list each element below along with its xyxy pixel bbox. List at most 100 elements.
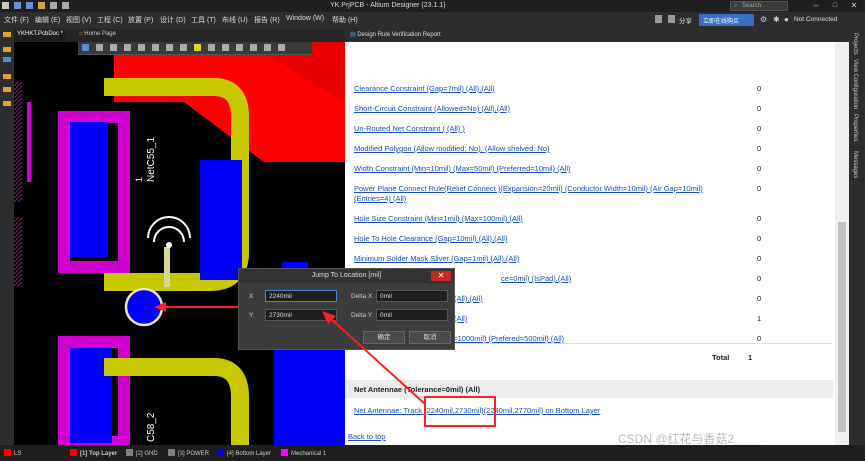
menu-view[interactable]: 视图 (V) <box>66 15 91 25</box>
tab-label: Home Page <box>84 31 116 37</box>
x-field[interactable] <box>265 290 337 302</box>
delta-x-field[interactable] <box>376 290 448 302</box>
menu-edit[interactable]: 编辑 (E) <box>35 15 60 25</box>
panel-tab-projects[interactable]: Projects <box>852 33 858 55</box>
rule-link[interactable]: Modified Polygon (Allow modified: No), (… <box>354 144 550 153</box>
jump-to-location-dialog: Jump To Location [mil] ✕ X Delta X Y Del… <box>238 268 455 350</box>
menu-window[interactable]: Window (W) <box>286 15 324 22</box>
menu-design[interactable]: 设计 (D) <box>160 15 186 25</box>
maximize-button[interactable]: □ <box>827 1 843 11</box>
panel-icon[interactable] <box>3 57 11 62</box>
polygon-icon[interactable] <box>208 44 215 51</box>
undo-icon[interactable] <box>50 2 57 9</box>
layer-tab[interactable]: [4] Bottom Layer <box>217 449 271 457</box>
rule-count: 1 <box>757 314 762 323</box>
rule-link[interactable]: Power Plane Connect Rule(Relief Connect … <box>354 184 734 204</box>
layer-color-swatch <box>217 449 224 456</box>
rule-link[interactable]: Hole Size Constraint (Min=1mil) (Max=100… <box>354 214 523 223</box>
cloud-icon[interactable] <box>655 15 662 23</box>
menu-place[interactable]: 放置 (P) <box>128 15 153 25</box>
move-icon[interactable] <box>96 44 103 51</box>
scrollbar[interactable] <box>835 42 849 445</box>
dialog-close-button[interactable]: ✕ <box>431 271 451 281</box>
section-title: Net Antennae (Tolerance=0mil) (All) <box>354 385 481 394</box>
minimize-button[interactable]: – <box>808 1 824 11</box>
diff-pair-icon[interactable] <box>166 44 173 51</box>
settings-icon[interactable]: ⚙ <box>760 15 767 24</box>
cancel-button[interactable]: 取消 <box>409 331 451 344</box>
tab-drc-report[interactable]: ▤ Design Rule Verification Report <box>347 30 444 41</box>
back-to-top-link[interactable]: Back to top <box>348 432 386 441</box>
layer-name: [4] Bottom Layer <box>227 451 272 457</box>
align-icon[interactable] <box>124 44 131 51</box>
install-button[interactable]: 立即在线购买 <box>699 14 754 26</box>
rule-link[interactable]: Clearance Constraint (Gap=7mil) (All),(A… <box>354 84 495 93</box>
line-icon[interactable] <box>278 44 285 51</box>
layer-tab[interactable]: [3] POWER <box>168 449 209 457</box>
rule-count: 0 <box>757 214 762 223</box>
highlight-box <box>424 396 496 427</box>
menu-tools[interactable]: 工具 (T) <box>191 15 216 25</box>
panel-icon[interactable] <box>3 32 11 37</box>
keepout-icon[interactable] <box>222 44 229 51</box>
rule-link[interactable]: Un-Routed Net Constraint ( (All) ) <box>354 124 465 133</box>
rule-row: Power Plane Connect Rule(Relief Connect … <box>354 184 832 204</box>
search-box[interactable]: ⌕ Search <box>730 1 788 11</box>
layer-tab[interactable]: [1] Top Layer <box>70 449 117 457</box>
region-icon[interactable] <box>250 44 257 51</box>
delta-x-label: Delta X <box>351 293 373 300</box>
panel-tab-messages[interactable]: Messages <box>852 151 858 178</box>
panel-icon[interactable] <box>3 101 11 106</box>
rule-link[interactable]: Hole To Hole Clearance (Gap=10mil) (All)… <box>354 234 507 243</box>
save-icon[interactable] <box>14 2 21 9</box>
panel-icon[interactable] <box>3 87 11 92</box>
menu-file[interactable]: 文件 (F) <box>4 15 29 25</box>
filter-icon[interactable] <box>82 44 89 51</box>
panel-icon[interactable] <box>3 47 11 52</box>
y-field[interactable] <box>265 309 337 321</box>
layer-tab[interactable]: [2] GND <box>126 449 158 457</box>
open-icon[interactable] <box>38 2 45 9</box>
delta-y-field[interactable] <box>376 309 448 321</box>
pcb-canvas[interactable]: NetC55_1 1 C58_2 <box>14 42 345 445</box>
panel-tab-properties[interactable]: Properties <box>852 114 858 141</box>
gear-icon[interactable]: ✱ <box>773 15 780 24</box>
layer-tab[interactable]: Mechanical 1 <box>281 449 326 457</box>
component-label: C58_2 <box>146 412 157 442</box>
share-button[interactable]: 分享 <box>679 15 692 25</box>
select-icon[interactable] <box>110 44 117 51</box>
bell-icon[interactable] <box>668 15 675 23</box>
layer-color-swatch <box>168 449 175 456</box>
menu-project[interactable]: 工程 (C) <box>97 15 123 25</box>
rule-link[interactable]: ce=0mil) (IsPad),(All) <box>501 274 571 283</box>
dimension-icon[interactable] <box>236 44 243 51</box>
layer-tab[interactable]: LS <box>4 449 21 457</box>
rule-link[interactable]: Width Constraint (Min=10mil) (Max=50mil)… <box>354 164 571 173</box>
user-icon[interactable]: ● <box>784 15 789 24</box>
save-all-icon[interactable] <box>26 2 33 9</box>
menu-reports[interactable]: 报告 (R) <box>254 15 280 25</box>
rule-count: 0 <box>757 84 762 93</box>
scrollbar-thumb[interactable] <box>838 222 846 432</box>
panel-tab-view-configuration[interactable]: View Configuration <box>852 59 858 109</box>
rule-count: 0 <box>757 274 762 283</box>
tab-pcb-doc[interactable]: YKHKT.PcbDoc * <box>14 30 67 41</box>
highlight-icon[interactable] <box>194 44 201 51</box>
rule-count: 0 <box>757 144 762 153</box>
menu-help[interactable]: 帮助 (H) <box>332 15 358 25</box>
panel-icon[interactable] <box>3 74 11 79</box>
close-button[interactable]: ✕ <box>846 1 862 11</box>
rule-link[interactable]: Short-Circuit Constraint (Allowed=No) (A… <box>354 104 510 113</box>
tab-home-page[interactable]: ⌂ Home Page <box>76 30 119 41</box>
route-icon[interactable] <box>152 44 159 51</box>
menu-route[interactable]: 布线 (U) <box>222 15 248 25</box>
rule-link[interactable]: (All) <box>454 314 467 323</box>
rule-link[interactable]: (All),(All) <box>454 294 483 303</box>
via-icon[interactable] <box>180 44 187 51</box>
bottom-layer-copper <box>274 342 345 445</box>
ok-button[interactable]: 确定 <box>363 331 405 344</box>
redo-icon[interactable] <box>62 2 69 9</box>
text-icon[interactable] <box>264 44 271 51</box>
component-icon[interactable] <box>138 44 145 51</box>
rule-link[interactable]: Minimum Solder Mask Sliver (Gap=1mil) (A… <box>354 254 519 263</box>
